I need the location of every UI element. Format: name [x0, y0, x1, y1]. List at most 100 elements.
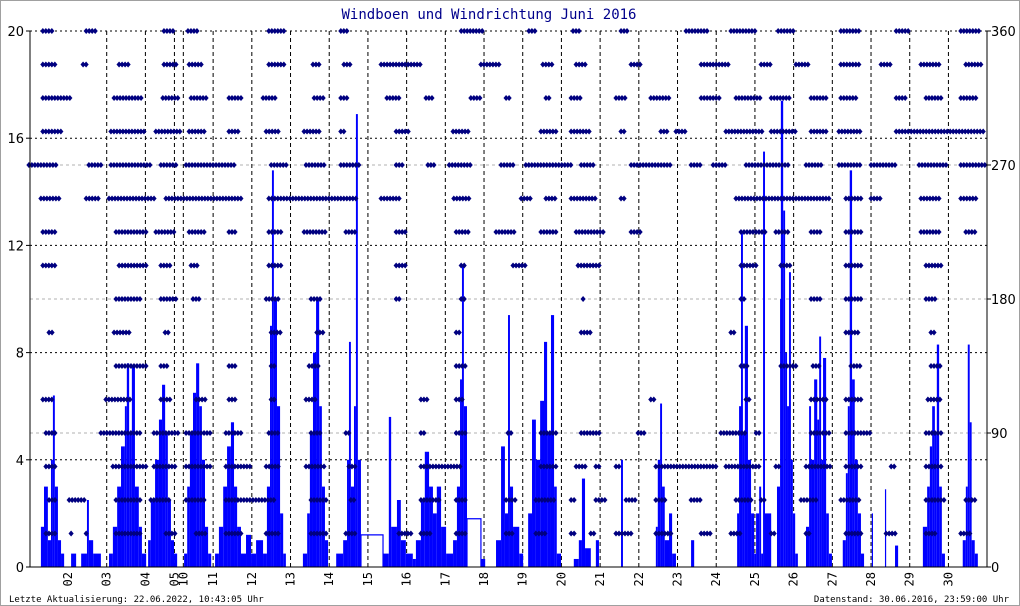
gust-bar	[795, 553, 798, 567]
direction-point	[887, 61, 893, 68]
gust-bar	[691, 540, 695, 567]
gust-bar	[761, 553, 764, 567]
direction-point	[496, 61, 502, 68]
gust-bar	[256, 540, 264, 567]
direction-point	[818, 162, 824, 168]
direction-point	[823, 95, 829, 101]
gust-bar	[737, 513, 740, 567]
gust-bar	[501, 446, 505, 567]
direction-point	[175, 430, 181, 436]
wind-chart: Windboen und Windrichtung Juni 2016 0481…	[7, 7, 1015, 605]
direction-point	[731, 329, 737, 336]
y-tick-label-left: 12	[7, 239, 24, 254]
direction-point	[858, 195, 864, 202]
direction-point	[826, 195, 832, 202]
gust-bar	[480, 558, 486, 567]
gust-bar	[672, 553, 676, 567]
direction-point	[52, 262, 58, 269]
gust-bar	[578, 540, 582, 567]
direction-point	[761, 497, 767, 503]
direction-point	[805, 61, 811, 68]
direction-point	[856, 28, 862, 34]
direction-point	[344, 95, 350, 101]
x-tick-label: 17	[438, 572, 452, 586]
gust-bar	[52, 395, 55, 567]
direction-point	[616, 463, 622, 470]
x-tick-label: 24	[709, 572, 723, 586]
direction-point	[344, 28, 350, 34]
direction-point	[590, 162, 596, 168]
direction-point	[98, 162, 104, 168]
direction-point	[68, 530, 74, 537]
direction-point	[172, 530, 178, 537]
direction-point	[278, 262, 284, 269]
gust-bar	[814, 379, 818, 567]
gust-bar	[150, 500, 156, 567]
direction-point	[976, 28, 982, 34]
direction-point	[621, 128, 627, 135]
direction-point	[277, 329, 283, 336]
gust-bar	[466, 518, 482, 567]
gust-bar	[155, 459, 159, 567]
gust-bar	[336, 553, 344, 567]
direction-point	[171, 229, 177, 235]
direction-point	[275, 128, 281, 135]
direction-point	[546, 95, 552, 101]
gust-bar	[508, 315, 510, 567]
direction-point	[143, 262, 149, 269]
direction-point	[857, 128, 863, 135]
direction-point	[753, 262, 759, 269]
gust-bar	[109, 553, 113, 567]
direction-point	[194, 28, 200, 34]
direction-point	[201, 229, 207, 235]
direction-point	[467, 162, 473, 168]
direction-point	[624, 28, 630, 34]
direction-point	[281, 28, 287, 34]
gust-bar	[657, 459, 661, 567]
direction-point	[697, 497, 703, 503]
gust-bar	[664, 540, 670, 567]
direction-point	[283, 162, 289, 168]
direction-point	[143, 229, 149, 235]
direction-point	[137, 430, 143, 436]
direction-point	[399, 162, 405, 168]
gust-bar	[754, 553, 757, 567]
gust-bar	[158, 419, 163, 567]
direction-point	[207, 463, 213, 470]
direction-point	[892, 162, 898, 168]
direction-point	[757, 95, 763, 101]
gust-bar	[962, 540, 966, 567]
gust-bar	[809, 406, 812, 567]
gust-bar	[740, 232, 743, 567]
direction-point	[321, 162, 327, 168]
y-tick-label-left: 4	[16, 454, 24, 469]
direction-point	[92, 28, 98, 34]
x-tick-label: 20	[554, 572, 568, 586]
gust-bar	[360, 534, 384, 567]
gust-bar	[776, 486, 781, 567]
direction-point	[151, 195, 157, 202]
gust-bar	[756, 513, 760, 567]
direction-point	[81, 497, 87, 503]
direction-point	[321, 463, 327, 470]
gust-bar	[40, 526, 45, 567]
gust-bar	[845, 473, 848, 567]
direction-point	[552, 195, 558, 202]
direction-point	[722, 162, 728, 168]
gust-bar	[969, 422, 972, 567]
gust-bar	[871, 513, 873, 567]
direction-point	[704, 28, 710, 34]
direction-point	[936, 61, 942, 68]
gust-bar	[528, 513, 533, 567]
x-tick-label: 26	[787, 572, 801, 586]
gust-bar	[50, 459, 53, 567]
direction-point	[67, 95, 73, 101]
x-tick-label: 16	[400, 572, 414, 586]
x-tick-label: 14	[322, 572, 336, 586]
direction-point	[431, 162, 437, 168]
gust-bar	[307, 513, 310, 567]
direction-point	[973, 195, 979, 202]
x-tick-label: 22	[632, 572, 646, 586]
gust-bar	[218, 526, 224, 567]
direction-point	[596, 262, 602, 269]
